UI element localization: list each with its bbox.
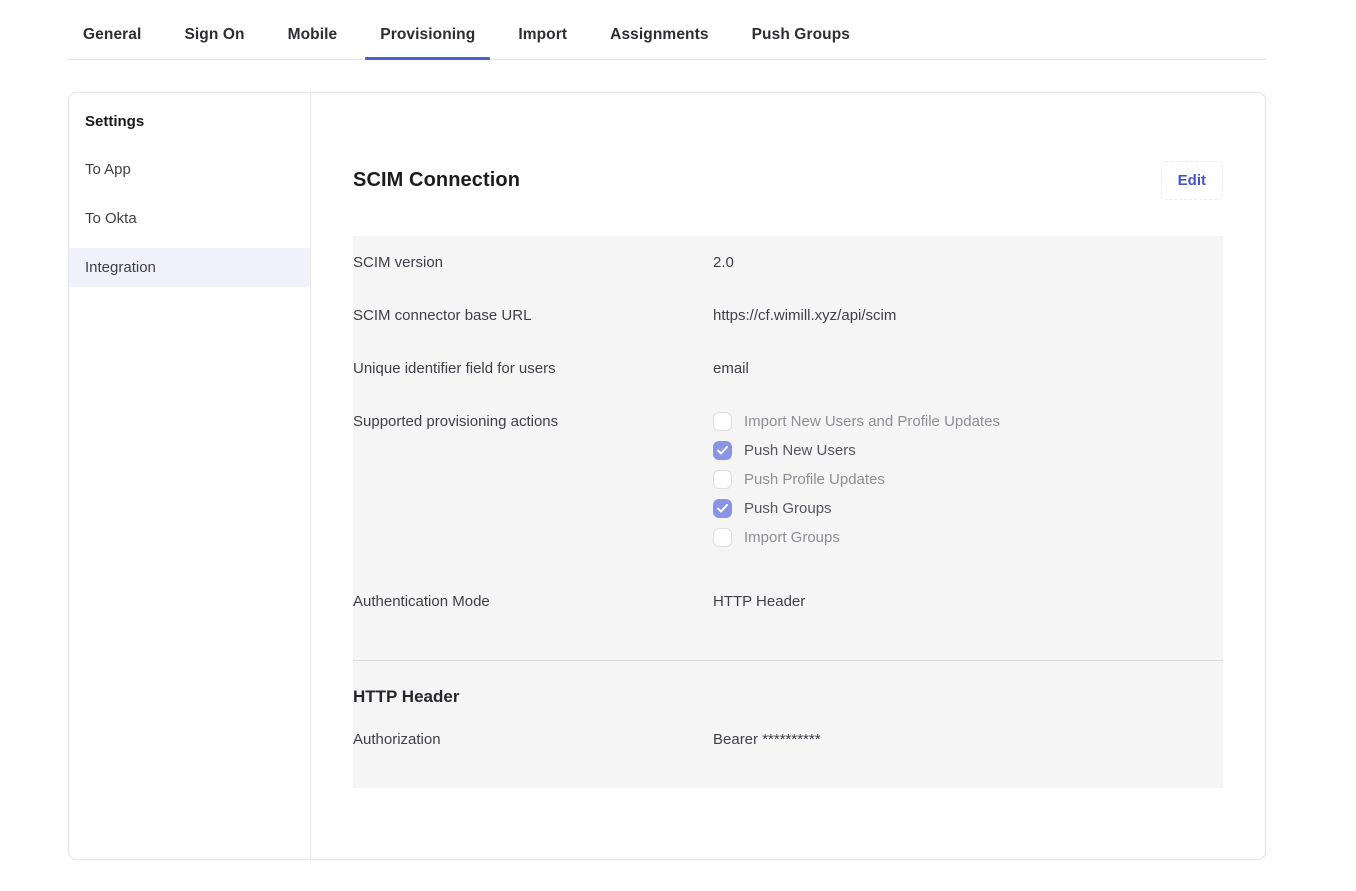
checkbox-checked-icon[interactable] [713,441,732,460]
tab-assignments[interactable]: Assignments [595,14,723,59]
checkbox-label: Push New Users [744,442,856,459]
field-row-base-url: SCIM connector base URL https://cf.wimil… [353,289,1223,342]
field-value: 2.0 [713,254,734,271]
field-row-provisioning-actions: Supported provisioning actions Import Ne… [353,395,1223,565]
sidebar-item-to-okta[interactable]: To Okta [69,199,310,238]
checkbox-push-new-users[interactable]: Push New Users [713,441,1000,460]
checkbox-label: Import Groups [744,529,840,546]
checkbox-label: Import New Users and Profile Updates [744,413,1000,430]
checkbox-unchecked-icon[interactable] [713,528,732,547]
field-label: SCIM version [353,254,713,271]
tab-push-groups[interactable]: Push Groups [737,14,865,59]
tab-mobile[interactable]: Mobile [273,14,353,59]
field-value: HTTP Header [713,593,805,610]
section-title: SCIM Connection [353,169,520,192]
checkbox-import-groups[interactable]: Import Groups [713,528,1000,547]
checkbox-label: Push Profile Updates [744,471,885,488]
field-value: https://cf.wimill.xyz/api/scim [713,307,896,324]
sidebar-item-integration[interactable]: Integration [69,248,310,287]
checkbox-label: Push Groups [744,500,832,517]
tab-general[interactable]: General [68,14,156,59]
edit-button[interactable]: Edit [1161,161,1223,200]
provisioning-panel: Settings To App To Okta Integration SCIM… [68,92,1266,860]
checkbox-push-groups[interactable]: Push Groups [713,499,1000,518]
field-label: Unique identifier field for users [353,360,713,377]
field-value: email [713,360,749,377]
section-bottom-padding [353,766,1223,788]
scim-connection-section: SCIM Connection Edit SCIM version 2.0 SC… [311,93,1265,859]
sidebar-header: Settings [69,99,310,140]
app-tabbar: General Sign On Mobile Provisioning Impo… [68,14,1266,60]
field-label: Authentication Mode [353,593,713,610]
checkbox-unchecked-icon[interactable] [713,412,732,431]
tab-import[interactable]: Import [503,14,582,59]
field-label: SCIM connector base URL [353,307,713,324]
http-header-subtitle: HTTP Header [353,661,1223,713]
section-header: SCIM Connection Edit [353,161,1223,200]
field-row-authorization: Authorization Bearer ********** [353,713,1223,766]
provisioning-actions-options: Import New Users and Profile Updates Pus… [713,412,1000,547]
field-value: Bearer ********** [713,731,821,748]
tab-provisioning[interactable]: Provisioning [365,14,490,59]
field-label: Supported provisioning actions [353,413,713,547]
field-row-scim-version: SCIM version 2.0 [353,236,1223,289]
checkbox-checked-icon[interactable] [713,499,732,518]
checkbox-push-profile-updates[interactable]: Push Profile Updates [713,470,1000,489]
checkbox-unchecked-icon[interactable] [713,470,732,489]
checkbox-import-new-users[interactable]: Import New Users and Profile Updates [713,412,1000,431]
field-row-unique-identifier: Unique identifier field for users email [353,342,1223,395]
tab-sign-on[interactable]: Sign On [169,14,259,59]
app-page: General Sign On Mobile Provisioning Impo… [68,14,1266,860]
sidebar-item-to-app[interactable]: To App [69,150,310,189]
settings-sidebar: Settings To App To Okta Integration [69,93,311,859]
field-label: Authorization [353,731,713,748]
scim-settings-readout: SCIM version 2.0 SCIM connector base URL… [353,236,1223,788]
field-row-authentication-mode: Authentication Mode HTTP Header [353,565,1223,636]
